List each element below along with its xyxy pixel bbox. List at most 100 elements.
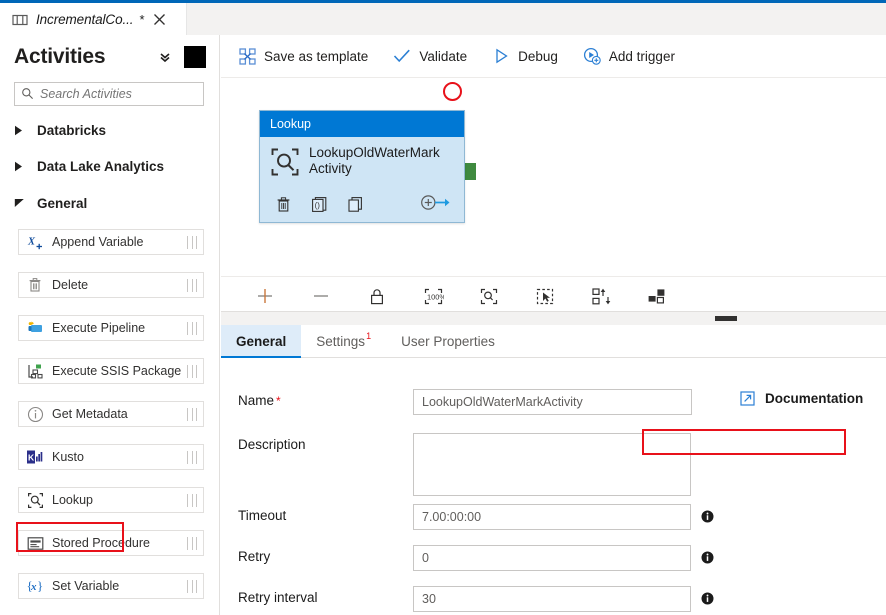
- activity-item-stored-procedure[interactable]: Stored Procedure: [18, 530, 204, 556]
- add-trigger-button[interactable]: Add trigger: [583, 41, 675, 71]
- document-tab[interactable]: IncrementalCo... *: [0, 3, 187, 35]
- field-row-retry-interval: Retry interval: [221, 586, 886, 612]
- sidebar-group-general[interactable]: General: [0, 192, 220, 214]
- activity-item-delete[interactable]: Delete: [18, 272, 204, 298]
- drag-handle[interactable]: [187, 408, 197, 421]
- retry-interval-label-text: Retry interval: [238, 590, 318, 605]
- success-square-connector[interactable]: [465, 163, 476, 180]
- timeout-input[interactable]: [413, 504, 691, 530]
- sidebar-group-label: Databricks: [37, 123, 106, 138]
- info-icon[interactable]: [701, 592, 715, 606]
- copy-icon[interactable]: [344, 193, 366, 215]
- activity-node-body: LookupOldWaterMark Activity: [260, 137, 464, 177]
- close-icon[interactable]: [152, 11, 168, 27]
- auto-align-button[interactable]: [589, 284, 613, 308]
- code-brackets-icon[interactable]: (): [308, 193, 330, 215]
- azure-data-factory-pipeline-editor: IncrementalCo... * Activities: [0, 0, 886, 615]
- black-square-icon[interactable]: [184, 46, 206, 68]
- activity-item-label: Get Metadata: [52, 407, 128, 421]
- activity-node-name: LookupOldWaterMark Activity: [309, 145, 457, 177]
- zoom-to-fit-button[interactable]: [477, 284, 501, 308]
- sidebar-group-databricks[interactable]: Databricks: [0, 119, 220, 141]
- info-circle-icon: [26, 405, 44, 423]
- tab-settings[interactable]: Settings1: [301, 325, 386, 357]
- sidebar-group-label: General: [37, 196, 87, 211]
- description-field-label: Description: [221, 433, 413, 496]
- activity-item-append-variable[interactable]: X Append Variable: [18, 229, 204, 255]
- general-tab-form: Name* Documentation: [221, 359, 886, 615]
- minimap-button[interactable]: [645, 284, 669, 308]
- document-tab-title: IncrementalCo...: [36, 12, 133, 27]
- activity-item-kusto[interactable]: K Kusto: [18, 444, 204, 470]
- drag-handle[interactable]: [187, 537, 197, 550]
- canvas-zoom-toolbar: 100%: [221, 276, 886, 315]
- name-input[interactable]: [413, 389, 692, 415]
- activity-node-lookup[interactable]: Lookup LookupOldWaterMark Activity: [259, 110, 465, 223]
- name-label-text: Name: [238, 393, 274, 408]
- checkmark-icon: [393, 47, 411, 65]
- save-as-template-button[interactable]: Save as template: [238, 41, 368, 71]
- retry-field-label: Retry: [221, 545, 413, 571]
- tab-settings-badge: 1: [366, 331, 371, 341]
- pipeline-command-bar: Save as template Validate Debug: [221, 35, 886, 78]
- sidebar-group-data-lake-analytics[interactable]: Data Lake Analytics: [0, 155, 220, 177]
- drag-handle[interactable]: [187, 451, 197, 464]
- zoom-in-button[interactable]: [253, 284, 277, 308]
- double-chevron-down-icon[interactable]: [156, 48, 174, 66]
- failure-circle-connector[interactable]: [443, 82, 462, 101]
- search-input[interactable]: [40, 87, 190, 101]
- pipeline-canvas[interactable]: Lookup LookupOldWaterMark Activity: [221, 79, 886, 275]
- documentation-link[interactable]: Documentation: [740, 391, 863, 406]
- activity-item-execute-pipeline[interactable]: Execute Pipeline: [18, 315, 204, 341]
- resize-grabber[interactable]: [715, 316, 737, 321]
- activity-item-label: Delete: [52, 278, 88, 292]
- trash-icon: [26, 276, 44, 294]
- svg-text:}: }: [37, 578, 43, 593]
- name-field-label: Name*: [221, 389, 413, 415]
- drag-handle[interactable]: [187, 494, 197, 507]
- drag-handle[interactable]: [187, 322, 197, 335]
- activity-item-set-variable[interactable]: { x } Set Variable: [18, 573, 204, 599]
- activity-item-execute-ssis-package[interactable]: Execute SSIS Package: [18, 358, 204, 384]
- info-icon[interactable]: [701, 551, 715, 565]
- retry-label-text: Retry: [238, 549, 270, 564]
- drag-handle[interactable]: [187, 365, 197, 378]
- svg-text:K: K: [28, 452, 35, 462]
- caret-right-icon: [14, 125, 32, 136]
- documentation-label: Documentation: [765, 391, 863, 406]
- field-row-description: Description: [221, 433, 886, 496]
- retry-interval-input[interactable]: [413, 586, 691, 612]
- validate-button[interactable]: Validate: [393, 41, 467, 71]
- description-textarea[interactable]: [413, 433, 691, 496]
- activity-item-label: Execute SSIS Package: [52, 364, 181, 378]
- add-arrow-icon[interactable]: [420, 193, 450, 211]
- drag-handle[interactable]: [187, 236, 197, 249]
- drag-handle[interactable]: [187, 279, 197, 292]
- drag-handle[interactable]: [187, 580, 197, 593]
- svg-text:x: x: [30, 581, 37, 593]
- info-icon[interactable]: [701, 510, 715, 524]
- activity-item-get-metadata[interactable]: Get Metadata: [18, 401, 204, 427]
- select-mode-button[interactable]: [533, 284, 557, 308]
- pipeline-icon: [12, 13, 28, 25]
- svg-text:(): (): [314, 201, 320, 210]
- trash-icon[interactable]: [272, 193, 294, 215]
- activity-properties-pane: General Settings1 User Properties Name*: [221, 311, 886, 615]
- timeout-label-text: Timeout: [238, 508, 286, 523]
- debug-button[interactable]: Debug: [492, 41, 558, 71]
- tab-user-properties[interactable]: User Properties: [386, 325, 510, 357]
- properties-resize-row: [221, 312, 886, 325]
- lookup-icon: [26, 491, 44, 509]
- validate-label: Validate: [419, 49, 467, 64]
- caret-right-icon: [14, 161, 32, 172]
- retry-input[interactable]: [413, 545, 691, 571]
- zoom-out-button[interactable]: [309, 284, 333, 308]
- activity-item-label: Append Variable: [52, 235, 144, 249]
- activity-item-lookup[interactable]: Lookup: [18, 487, 204, 513]
- search-activities-box[interactable]: [14, 82, 204, 106]
- zoom-to-100-button[interactable]: 100%: [421, 284, 445, 308]
- set-variable-icon: { x }: [26, 577, 44, 595]
- activity-item-label: Kusto: [52, 450, 84, 464]
- lock-canvas-button[interactable]: [365, 284, 389, 308]
- tab-general[interactable]: General: [221, 325, 301, 357]
